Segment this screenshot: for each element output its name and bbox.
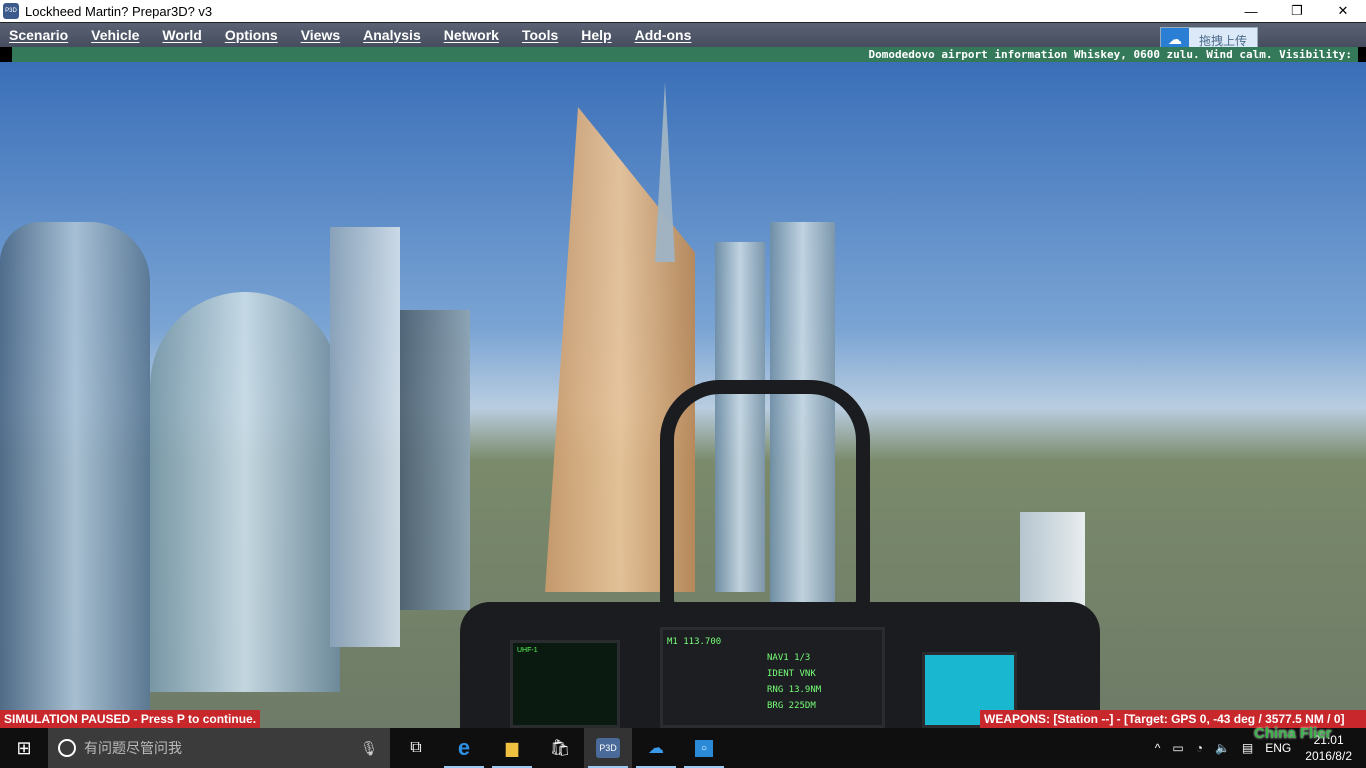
- search-placeholder: 有问题尽管问我: [84, 740, 182, 756]
- menu-help[interactable]: Help: [581, 27, 611, 43]
- close-button[interactable]: ✕: [1320, 0, 1366, 22]
- left-mfd: UHF-1: [510, 640, 620, 728]
- ufc-ident: IDENT VNK: [767, 669, 816, 679]
- app-icon[interactable]: ○: [680, 728, 728, 768]
- menu-scenario[interactable]: Scenario: [9, 27, 68, 43]
- up-front-controller[interactable]: M1 113.700 NAV1 1/3 IDENT VNK RNG 13.9NM…: [660, 627, 885, 728]
- menu-tools[interactable]: Tools: [522, 27, 558, 43]
- p3d-taskbar-button[interactable]: P3D: [584, 728, 632, 768]
- building: [0, 222, 150, 728]
- hud-frame: [660, 380, 870, 620]
- watermark: China Flier: [1254, 725, 1332, 742]
- menu-options[interactable]: Options: [225, 27, 278, 43]
- ufc-bearing: BRG 225DM: [767, 701, 816, 711]
- minimize-button[interactable]: —: [1228, 0, 1274, 22]
- show-hidden-icons[interactable]: ^: [1155, 741, 1161, 755]
- menu-vehicle[interactable]: Vehicle: [91, 27, 139, 43]
- spire: [655, 82, 675, 262]
- p3d-icon: P3D: [596, 738, 620, 758]
- ufc-range: RNG 13.9NM: [767, 685, 822, 695]
- wifi-icon[interactable]: ◔: [1196, 741, 1203, 755]
- date: 2016/8/2: [1305, 749, 1352, 763]
- microphone-icon[interactable]: 🎙: [360, 740, 378, 757]
- paused-message: SIMULATION PAUSED - Press P to continue.: [0, 710, 261, 728]
- menu-analysis[interactable]: Analysis: [363, 27, 421, 43]
- maximize-button[interactable]: ❐: [1274, 0, 1320, 22]
- file-explorer-icon[interactable]: ▆: [488, 728, 536, 768]
- ufc-nav: NAV1 1/3: [767, 653, 811, 663]
- menu-world[interactable]: World: [162, 27, 201, 43]
- menu-addons[interactable]: Add-ons: [635, 27, 692, 43]
- windows-start-button[interactable]: ⊞: [0, 728, 48, 768]
- menu-network[interactable]: Network: [444, 27, 499, 43]
- building: [150, 292, 340, 692]
- action-center-icon[interactable]: ▤: [1242, 741, 1253, 755]
- edge-icon[interactable]: e: [440, 728, 488, 768]
- building: [330, 227, 400, 647]
- cortana-icon: [58, 739, 76, 757]
- simulator-view[interactable]: UHF-1 M1 113.700 NAV1 1/3 IDENT VNK RNG …: [0, 62, 1366, 728]
- ufc-frequency: M1 113.700: [667, 637, 722, 647]
- p3d-app-icon: P3D: [3, 3, 19, 19]
- language-indicator[interactable]: ENG: [1265, 741, 1291, 755]
- atis-message: Domodedovo airport information Whiskey, …: [12, 47, 1358, 62]
- title-bar: P3D Lockheed Martin? Prepar3D? v3 — ❐ ✕: [0, 0, 1366, 22]
- battery-icon[interactable]: ▭: [1172, 741, 1183, 755]
- cortana-search[interactable]: 有问题尽管问我 🎙: [48, 728, 390, 768]
- menu-views[interactable]: Views: [301, 27, 340, 43]
- task-view-button[interactable]: ⧉: [392, 728, 440, 768]
- baidu-cloud-icon[interactable]: ☁: [632, 728, 680, 768]
- building: [400, 310, 470, 610]
- taskbar: ⊞ 有问题尽管问我 🎙 ⧉ e ▆ 🛍 P3D ☁ ○ ^ ▭ ◔ 🔈 ▤ EN…: [0, 728, 1366, 768]
- store-icon[interactable]: 🛍: [536, 728, 584, 768]
- volume-icon[interactable]: 🔈: [1215, 741, 1230, 755]
- window-title: Lockheed Martin? Prepar3D? v3: [25, 3, 213, 19]
